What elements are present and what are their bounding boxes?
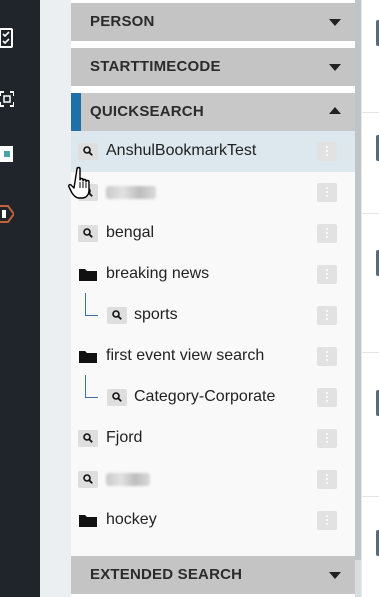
divider [362, 496, 379, 497]
chevron-up-icon [329, 107, 341, 114]
folder-icon [78, 512, 98, 529]
more-options-icon[interactable] [317, 142, 337, 161]
folder-icon [78, 348, 98, 365]
list-item[interactable]: AnshulBookmarkTest [71, 131, 355, 172]
more-options-icon[interactable] [317, 224, 337, 243]
app-sidebar-rail [0, 0, 40, 597]
chevron-down-icon [329, 19, 341, 26]
divider [362, 213, 379, 214]
item-label: bengal [106, 224, 155, 241]
hexagon-icon[interactable] [0, 203, 16, 225]
content-edge [361, 0, 379, 597]
list-item[interactable]: Fjord [71, 418, 355, 459]
item-label: AnshulBookmarkTest [106, 142, 257, 159]
more-options-icon[interactable] [317, 265, 337, 284]
item-label: Fjord [106, 429, 143, 446]
section-title: EXTENDED SEARCH [90, 566, 243, 583]
panel-gutter [40, 0, 71, 597]
more-options-icon[interactable] [317, 388, 337, 407]
more-options-icon[interactable] [317, 306, 337, 325]
search-icon [107, 389, 127, 406]
item-label: hockey [106, 511, 157, 528]
chevron-down-icon [329, 64, 341, 71]
item-label: first event view search [106, 347, 265, 364]
more-options-icon[interactable] [317, 183, 337, 202]
list-item[interactable]: bengal [71, 213, 355, 254]
section-title: PERSON [90, 13, 155, 30]
list-item[interactable]: breaking news [71, 254, 355, 295]
search-icon [78, 225, 98, 242]
item-label: Category-Corporate [134, 388, 276, 405]
search-icon [107, 307, 127, 324]
search-icon [78, 471, 98, 488]
active-indicator [71, 93, 81, 131]
list-item[interactable]: first event view search [71, 336, 355, 377]
redacted-label [106, 473, 150, 486]
section-header-person[interactable]: PERSON [71, 3, 355, 41]
section-header-quicksearch[interactable]: QUICKSEARCH [71, 93, 355, 131]
list-item[interactable]: Category-Corporate [71, 375, 355, 418]
divider [362, 112, 379, 113]
list-item[interactable]: sports [71, 293, 355, 336]
search-icon [78, 430, 98, 447]
list-item[interactable] [71, 172, 355, 213]
section-title: STARTTIMECODE [90, 58, 221, 75]
more-options-icon[interactable] [317, 429, 337, 448]
tree-connector [85, 375, 98, 398]
item-label: breaking news [106, 265, 210, 282]
redacted-label [106, 186, 156, 199]
more-options-icon[interactable] [317, 511, 337, 530]
section-header-starttimecode[interactable]: STARTTIMECODE [71, 48, 355, 86]
divider [362, 352, 379, 353]
more-options-icon[interactable] [317, 470, 337, 489]
more-options-icon[interactable] [317, 347, 337, 366]
search-icon [78, 143, 98, 160]
section-header-extended-search[interactable]: EXTENDED SEARCH [71, 556, 355, 594]
item-label: sports [134, 306, 178, 323]
folder-icon [78, 266, 98, 283]
dashboard-icon[interactable] [0, 143, 14, 165]
section-title: QUICKSEARCH [90, 103, 204, 120]
chevron-down-icon [329, 572, 341, 579]
hand-cursor-icon [68, 165, 98, 201]
scan-icon[interactable] [0, 88, 15, 110]
list-item[interactable]: hockey [71, 500, 355, 541]
quicksearch-list: AnshulBookmarkTest bengal breaking news [71, 131, 355, 556]
checklist-icon[interactable] [0, 27, 14, 49]
filter-panel: PERSON STARTTIMECODE QUICKSEARCH AnshulB… [71, 0, 355, 597]
tree-connector [85, 293, 98, 316]
list-item[interactable] [71, 459, 355, 500]
